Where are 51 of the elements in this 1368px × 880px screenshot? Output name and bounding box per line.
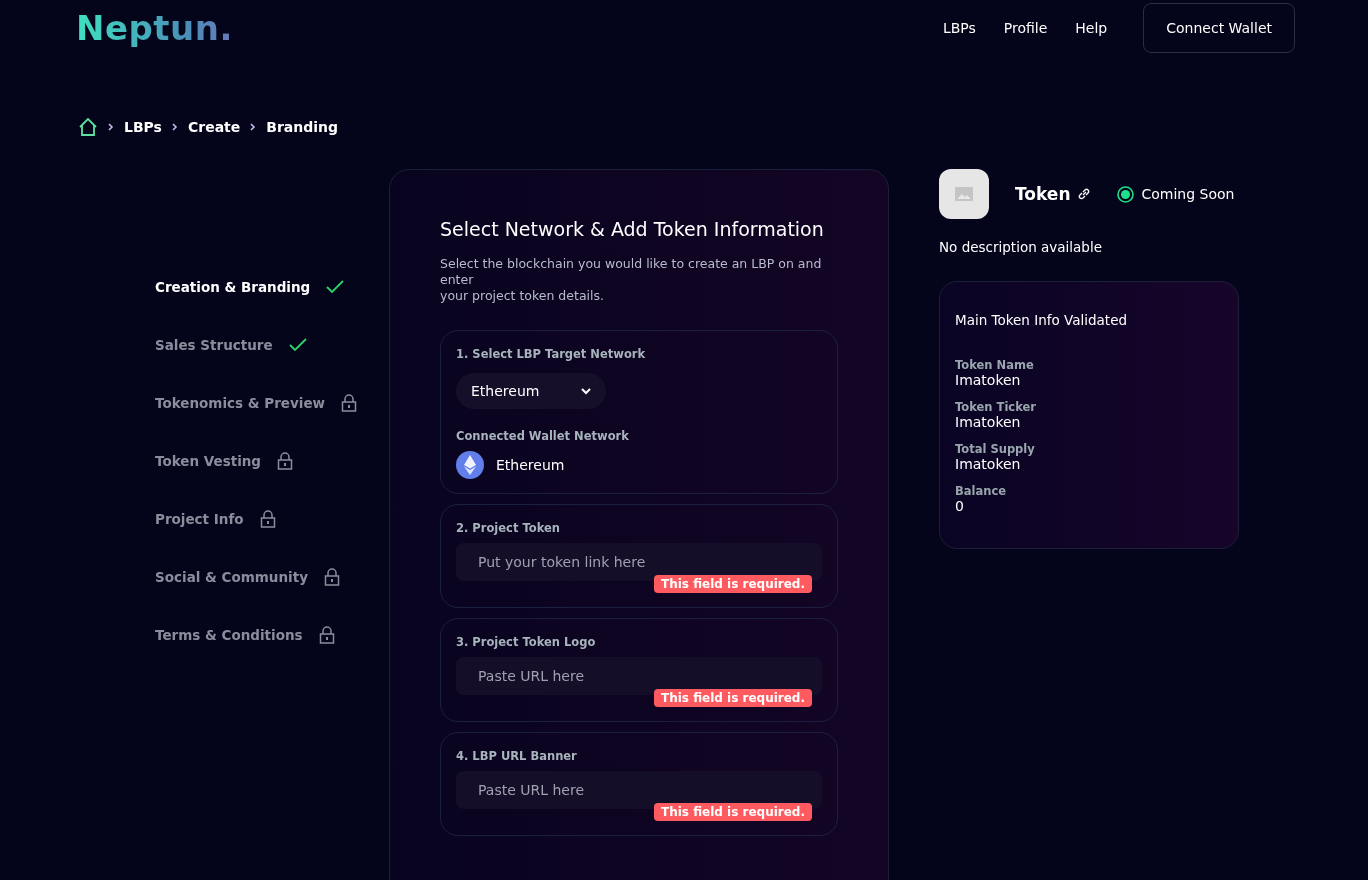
- step-link[interactable]: Terms & Conditions: [155, 627, 303, 643]
- card-title: Main Token Info Validated: [955, 312, 1129, 328]
- section-label: 3. Project Token Logo: [456, 635, 597, 649]
- token-name: Token: [1015, 184, 1071, 204]
- chevron-down-icon: [581, 387, 591, 395]
- field-value: 0: [955, 498, 965, 514]
- breadcrumb-link[interactable]: LBPs: [124, 119, 162, 135]
- field-label: Balance: [955, 484, 1008, 498]
- lock-icon: [277, 452, 294, 470]
- step-link[interactable]: Social & Community: [155, 569, 308, 585]
- chevron-icon: [108, 123, 114, 131]
- field-value: Imatoken: [955, 456, 1022, 472]
- lock-icon: [341, 394, 357, 412]
- network-select[interactable]: Ethereum: [456, 373, 606, 409]
- section-label: Connected Wallet Network: [456, 429, 630, 443]
- checkmark-icon: [326, 280, 345, 294]
- nav-link[interactable]: Profile: [1003, 20, 1048, 36]
- step-link[interactable]: Creation & Branding: [155, 279, 311, 295]
- breadcrumb-link[interactable]: Branding: [266, 119, 339, 135]
- step-link[interactable]: Project Info: [155, 511, 244, 527]
- image-icon: [955, 187, 973, 201]
- step-link[interactable]: Tokenomics & Preview: [155, 395, 325, 411]
- lock-icon: [259, 510, 276, 528]
- field-label: Total Supply: [955, 442, 1036, 456]
- nav-link[interactable]: LBPs: [942, 20, 976, 36]
- home-icon[interactable]: [78, 117, 98, 137]
- field-label: Token Name: [955, 358, 1035, 372]
- link-icon[interactable]: [1076, 187, 1091, 201]
- section-label: 2. Project Token: [456, 521, 561, 535]
- lock-icon: [318, 626, 335, 644]
- step-link[interactable]: Token Vesting: [155, 453, 262, 469]
- form-description: Select the blockchain you would like to create an LBP on and enter your project token details.: [440, 256, 823, 304]
- nav-link[interactable]: Help: [1075, 20, 1108, 36]
- connect-wallet-button[interactable]: Connect Wallet: [1143, 3, 1295, 53]
- token-description: No description available: [939, 239, 1103, 255]
- wallet-network: Ethereum: [496, 457, 565, 473]
- checkmark-icon: [288, 338, 307, 352]
- field-label: Token Ticker: [955, 400, 1037, 414]
- status-dot-icon: [1116, 185, 1134, 203]
- form-title: Select Network & Add Token Information: [440, 218, 825, 240]
- step-link[interactable]: Sales Structure: [155, 337, 273, 353]
- ethereum-icon: [456, 451, 484, 479]
- field-value: Imatoken: [955, 372, 1022, 388]
- section-label: 1. Select LBP Target Network: [456, 347, 647, 361]
- chevron-icon: [171, 123, 178, 131]
- chevron-icon: [250, 123, 257, 131]
- status-label: Coming Soon: [1141, 186, 1235, 202]
- section-label: 4. LBP URL Banner: [456, 749, 578, 763]
- breadcrumb-link[interactable]: Create: [187, 119, 241, 135]
- lock-icon: [323, 568, 340, 586]
- field-value: Imatoken: [955, 414, 1022, 430]
